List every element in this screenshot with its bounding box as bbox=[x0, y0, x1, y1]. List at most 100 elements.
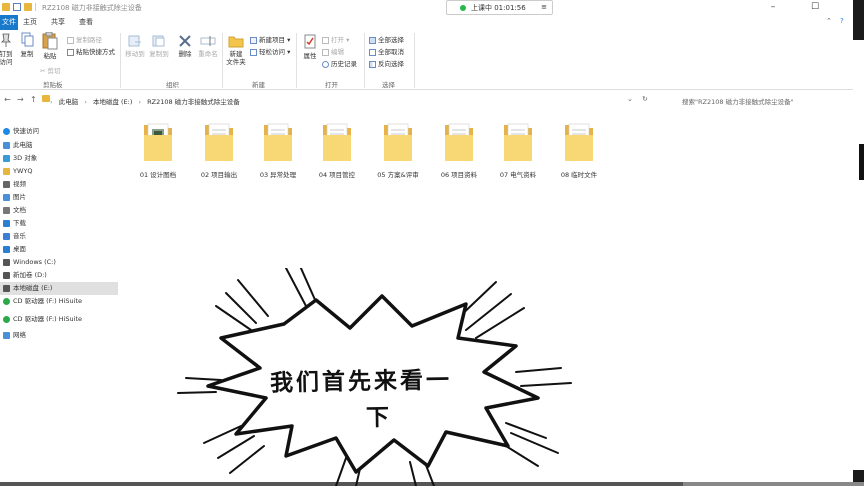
nav-item[interactable]: 此电脑 bbox=[0, 139, 118, 152]
nav-item[interactable]: Windows (C:) bbox=[0, 256, 118, 269]
rename-button[interactable]: 重命名 bbox=[196, 34, 220, 58]
minimize-button[interactable]: – bbox=[758, 0, 788, 15]
hisuite-icon bbox=[3, 316, 10, 323]
nav-item[interactable]: 3D 对象 bbox=[0, 152, 118, 165]
delete-button[interactable]: 删除 bbox=[176, 34, 194, 58]
back-icon[interactable]: ← bbox=[4, 95, 11, 104]
collapse-ribbon-icon[interactable]: ⌃ bbox=[826, 17, 832, 25]
edit-button[interactable]: 编辑 bbox=[322, 46, 344, 56]
nav-item-label: 音乐 bbox=[13, 232, 26, 240]
breadcrumb-item[interactable]: RZ2108 磁力非接触式除尘设备 bbox=[147, 98, 240, 106]
paste-shortcut-label: 粘贴快捷方式 bbox=[76, 48, 115, 56]
drive-icon bbox=[3, 285, 10, 292]
copy-to-button[interactable]: 复制到 bbox=[147, 34, 171, 58]
nav-item[interactable]: 网络 bbox=[0, 329, 118, 342]
invert-selection-label: 反向选择 bbox=[378, 60, 404, 68]
paste-button[interactable]: 粘贴 bbox=[40, 31, 60, 60]
nav-item-label: 文档 bbox=[13, 206, 26, 214]
folder-label: 02 项目输出 bbox=[200, 171, 238, 179]
chevron-down-icon[interactable]: ⌄ bbox=[627, 95, 633, 103]
folder-label: 04 项目管控 bbox=[318, 171, 356, 179]
folder-item[interactable]: 06 项目资料 bbox=[428, 121, 490, 181]
paste-icon bbox=[42, 31, 58, 50]
tab-share[interactable]: 共享 bbox=[51, 17, 65, 27]
nav-item[interactable]: 视频 bbox=[0, 178, 118, 191]
history-label: 历史记录 bbox=[331, 60, 357, 68]
new-folder-icon[interactable] bbox=[24, 3, 32, 11]
breadcrumb[interactable]: › 此电脑 › 本地磁盘 (E:) › RZ2108 磁力非接触式除尘设备 bbox=[50, 96, 244, 106]
copy-button[interactable]: 复制 bbox=[17, 32, 37, 58]
move-to-button[interactable]: 移动到 bbox=[123, 34, 147, 58]
cut-label: 剪切 bbox=[47, 67, 61, 75]
nav-item[interactable]: 快速访问 bbox=[0, 125, 118, 138]
burst-text-line2: 下 bbox=[365, 403, 393, 432]
properties-button[interactable]: 属性 bbox=[299, 34, 321, 60]
paste-shortcut-button[interactable]: 粘贴快捷方式 bbox=[67, 46, 115, 56]
nav-item[interactable]: CD 驱动器 (F:) HiSuite bbox=[0, 295, 118, 308]
copy-path-button[interactable]: 复制路径 bbox=[67, 34, 102, 44]
new-item-button[interactable]: 新建项目 ▾ bbox=[250, 34, 290, 44]
folder-item[interactable]: 05 方案&评审 bbox=[367, 121, 429, 181]
tab-home[interactable]: 主页 bbox=[23, 17, 37, 27]
search-input[interactable]: 搜索"RZ2108 磁力非接触式除尘设备" bbox=[656, 93, 851, 107]
help-icon[interactable]: ? bbox=[840, 17, 844, 25]
nav-item[interactable]: 音乐 bbox=[0, 230, 118, 243]
folder-item[interactable]: 03 异常处理 bbox=[247, 121, 309, 181]
folder-item[interactable]: 02 项目输出 bbox=[188, 121, 250, 181]
select-none-label: 全部取消 bbox=[378, 48, 404, 56]
nav-item[interactable]: 桌面 bbox=[0, 243, 118, 256]
open-button[interactable]: 打开 ▾ bbox=[322, 34, 349, 44]
tab-view[interactable]: 查看 bbox=[79, 17, 93, 27]
menu-icon[interactable]: ≡ bbox=[541, 3, 547, 11]
folder-item[interactable]: 01 设计图档 bbox=[127, 121, 189, 181]
folder-icon bbox=[445, 123, 473, 161]
nav-item[interactable]: 文档 bbox=[0, 204, 118, 217]
folder-icon bbox=[2, 3, 10, 11]
move-to-icon bbox=[128, 35, 141, 47]
breadcrumb-item[interactable]: 本地磁盘 (E:) bbox=[93, 98, 132, 106]
nav-item[interactable]: CD 驱动器 (F:) HiSuite bbox=[0, 313, 118, 326]
chevron-right-icon: › bbox=[50, 98, 53, 106]
nav-item-label: Windows (C:) bbox=[13, 258, 56, 266]
up-icon[interactable]: ↑ bbox=[30, 95, 37, 104]
folder-icon bbox=[504, 123, 532, 161]
easy-access-button[interactable]: 轻松访问 ▾ bbox=[250, 46, 290, 56]
ribbon-divider bbox=[296, 33, 297, 88]
rename-icon bbox=[200, 36, 216, 46]
edit-icon bbox=[322, 48, 329, 56]
nav-item[interactable]: 本地磁盘 (E:) bbox=[0, 282, 118, 295]
folder-item[interactable]: 08 临时文件 bbox=[548, 121, 610, 181]
maximize-button[interactable]: ☐ bbox=[800, 0, 830, 15]
easy-access-label: 轻松访问 bbox=[259, 48, 285, 56]
nav-item[interactable]: 图片 bbox=[0, 191, 118, 204]
window-title: RZ2108 磁力非接触式除尘设备 bbox=[42, 4, 142, 12]
folder-icon bbox=[264, 123, 292, 161]
organize-group-label: 组织 bbox=[166, 81, 179, 89]
select-all-button[interactable]: 全部选择 bbox=[369, 34, 404, 44]
refresh-icon[interactable]: ↻ bbox=[642, 95, 648, 103]
cut-button[interactable]: ✂ 剪切 bbox=[40, 65, 60, 75]
nav-item-label: 新加卷 (D:) bbox=[13, 271, 47, 279]
nav-item-label: YWYQ bbox=[13, 167, 33, 175]
nav-item[interactable]: 新加卷 (D:) bbox=[0, 269, 118, 282]
properties-icon[interactable] bbox=[13, 3, 21, 11]
forward-icon[interactable]: → bbox=[17, 95, 24, 104]
burst-text-line1: 我们首先来看一 bbox=[269, 366, 453, 397]
tab-file[interactable]: 文件 bbox=[0, 15, 18, 30]
folder-icon bbox=[144, 123, 172, 161]
history-button[interactable]: 历史记录 bbox=[322, 58, 357, 68]
nav-item-label: 下载 bbox=[13, 219, 26, 227]
invert-selection-button[interactable]: 反向选择 bbox=[369, 58, 404, 68]
new-group-label: 新建 bbox=[252, 81, 265, 89]
pin-quick-access-button[interactable]: 钉到 访问 bbox=[0, 32, 14, 66]
breadcrumb-item[interactable]: 此电脑 bbox=[59, 98, 79, 106]
select-none-button[interactable]: 全部取消 bbox=[369, 46, 404, 56]
nav-item[interactable]: YWYQ bbox=[0, 165, 118, 178]
new-folder-button[interactable]: 新建 文件夹 bbox=[223, 34, 249, 66]
folder-item[interactable]: 04 项目管控 bbox=[306, 121, 368, 181]
delete-label: 删除 bbox=[178, 50, 192, 58]
recording-indicator[interactable]: 上课中 01:01:56 ≡ bbox=[446, 0, 553, 15]
nav-item[interactable]: 下载 bbox=[0, 217, 118, 230]
folder-item[interactable]: 07 电气资料 bbox=[487, 121, 549, 181]
chevron-right-icon: › bbox=[138, 98, 142, 106]
